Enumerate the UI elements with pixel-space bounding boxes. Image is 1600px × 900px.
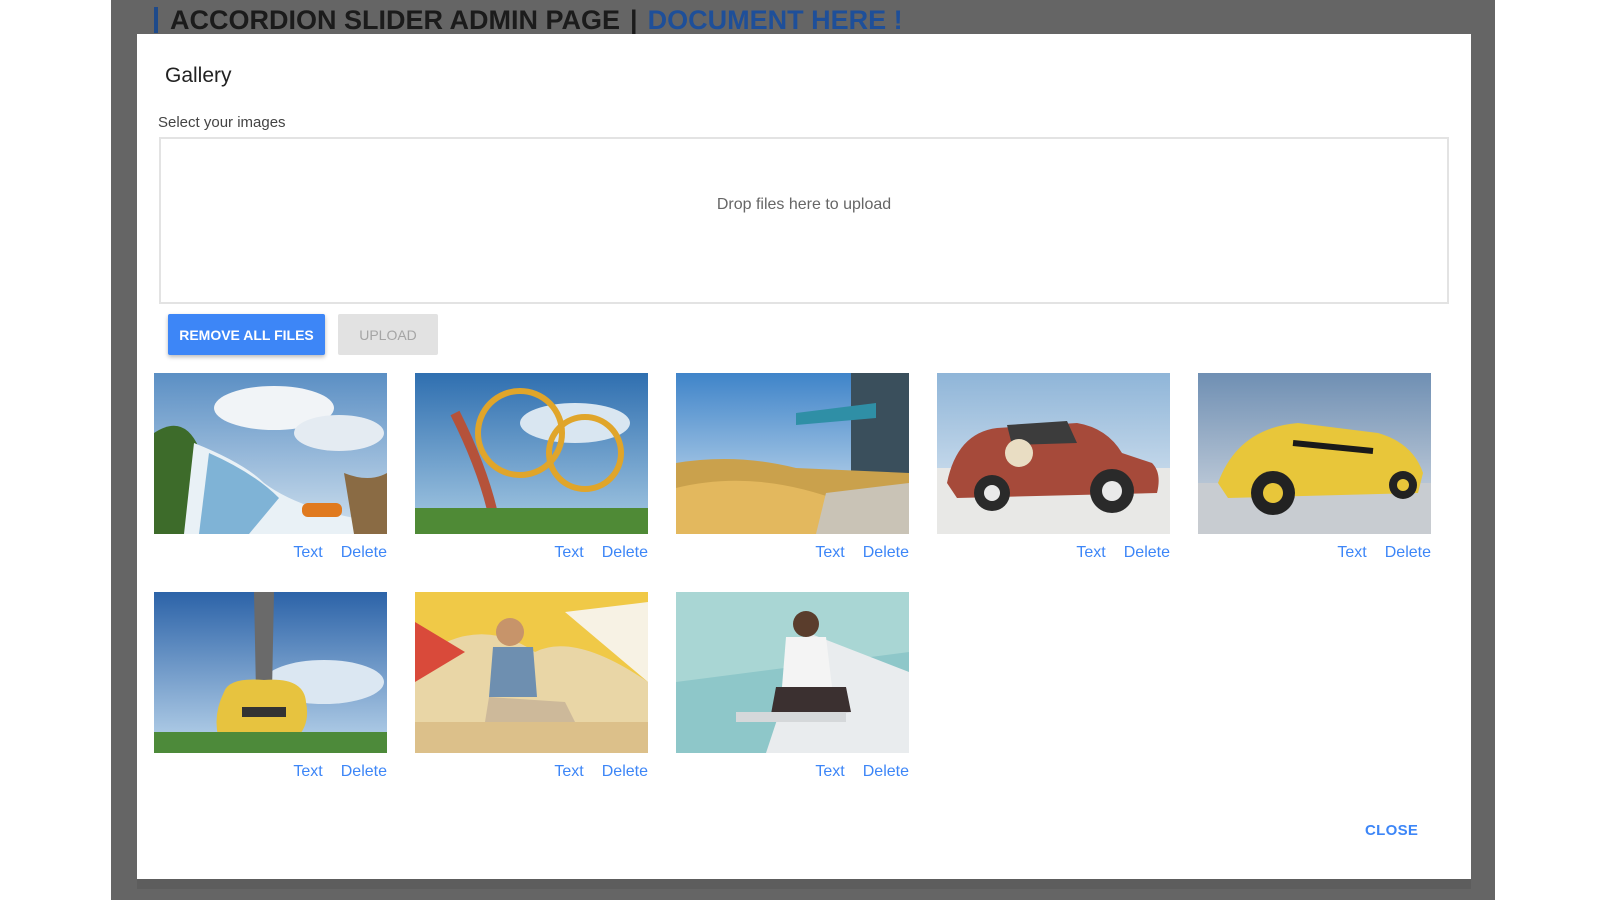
text-button[interactable]: Text — [815, 544, 844, 562]
modal-title: Gallery — [165, 64, 232, 87]
text-button[interactable]: Text — [815, 763, 844, 781]
remove-all-files-button[interactable]: REMOVE ALL FILES — [168, 314, 325, 355]
text-button[interactable]: Text — [293, 763, 322, 781]
thumbnail-man-by-pool — [676, 592, 909, 753]
close-button[interactable]: CLOSE — [1365, 822, 1418, 839]
gallery-modal: Gallery Select your images Drop files he… — [137, 34, 1471, 879]
delete-button[interactable]: Delete — [1124, 544, 1170, 562]
thumbnail-electric-guitar — [154, 592, 387, 753]
text-button[interactable]: Text — [554, 544, 583, 562]
thumbnail-water-ride — [154, 373, 387, 534]
item-actions: Text Delete — [815, 763, 909, 781]
delete-button[interactable]: Delete — [341, 544, 387, 562]
modal-bottom-edge — [137, 879, 1471, 889]
heading-accent-bar — [154, 7, 158, 33]
thumbnail-red-hot-rod — [937, 373, 1170, 534]
delete-button[interactable]: Delete — [602, 544, 648, 562]
item-actions: Text Delete — [554, 544, 648, 562]
item-actions: Text Delete — [293, 544, 387, 562]
heading-separator: | — [630, 4, 638, 35]
delete-button[interactable]: Delete — [602, 763, 648, 781]
gallery-item: Text Delete — [937, 373, 1170, 577]
select-images-label: Select your images — [158, 114, 286, 131]
gallery-item: Text Delete — [154, 592, 387, 796]
upload-button[interactable]: UPLOAD — [338, 314, 438, 355]
item-actions: Text Delete — [554, 763, 648, 781]
delete-button[interactable]: Delete — [863, 763, 909, 781]
document-link[interactable]: DOCUMENT HERE ! — [648, 5, 903, 36]
gallery-item: Text Delete — [676, 592, 909, 796]
text-button[interactable]: Text — [1076, 544, 1105, 562]
item-actions: Text Delete — [1076, 544, 1170, 562]
item-actions: Text Delete — [1337, 544, 1431, 562]
gallery-item: Text Delete — [415, 592, 648, 796]
text-button[interactable]: Text — [293, 544, 322, 562]
text-button[interactable]: Text — [554, 763, 583, 781]
gallery-item: Text Delete — [1198, 373, 1431, 577]
text-button[interactable]: Text — [1337, 544, 1366, 562]
delete-button[interactable]: Delete — [863, 544, 909, 562]
file-dropzone[interactable]: Drop files here to upload — [159, 137, 1449, 304]
thumbnail-yellow-hot-rod — [1198, 373, 1431, 534]
thumbnail-man-on-beach — [415, 592, 648, 753]
item-actions: Text Delete — [815, 544, 909, 562]
gallery-item: Text Delete — [676, 373, 909, 577]
delete-button[interactable]: Delete — [341, 763, 387, 781]
gallery-item: Text Delete — [415, 373, 648, 577]
item-actions: Text Delete — [293, 763, 387, 781]
thumbnail-roller-coaster — [415, 373, 648, 534]
delete-button[interactable]: Delete — [1385, 544, 1431, 562]
thumbnail-dune-grass — [676, 373, 909, 534]
page-title: ACCORDION SLIDER ADMIN PAGE — [170, 4, 621, 35]
gallery-item: Text Delete — [154, 373, 387, 577]
dropzone-text: Drop files here to upload — [716, 195, 892, 213]
